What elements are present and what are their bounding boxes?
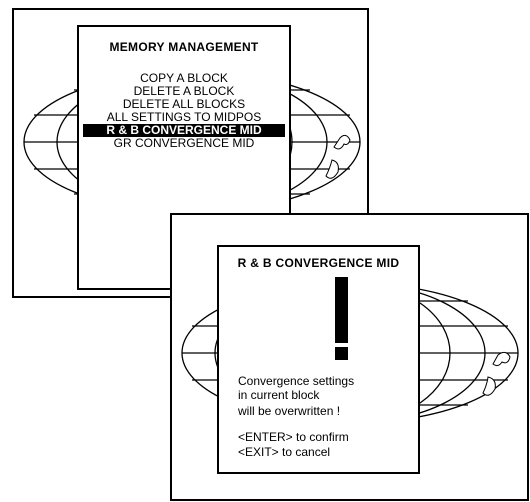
menu-item-rb-convergence-mid[interactable]: R & B CONVERGENCE MID [83, 124, 285, 137]
confirm-dialog: R & B CONVERGENCE MID Convergence settin… [217, 245, 420, 474]
dialog-message-line: in current block [238, 388, 320, 402]
menu-item-delete-all-blocks[interactable]: DELETE ALL BLOCKS [79, 98, 289, 111]
menu-title: MEMORY MANAGEMENT [109, 40, 259, 54]
menu-item-copy-block[interactable]: COPY A BLOCK [79, 72, 289, 85]
menu-item-gr-convergence-mid[interactable]: GR CONVERGENCE MID [79, 137, 289, 150]
dialog-message-line: Convergence settings [238, 374, 355, 388]
menu-item-all-settings-midpos[interactable]: ALL SETTINGS TO MIDPOS [79, 111, 289, 124]
screen-confirm-dialog: R & B CONVERGENCE MID Convergence settin… [170, 213, 529, 501]
menu-item-delete-block[interactable]: DELETE A BLOCK [79, 85, 289, 98]
dialog-message-line: will be overwritten ! [238, 404, 341, 418]
cancel-hint[interactable]: <EXIT> to cancel [238, 445, 330, 459]
confirm-hint[interactable]: <ENTER> to confirm [238, 430, 349, 444]
